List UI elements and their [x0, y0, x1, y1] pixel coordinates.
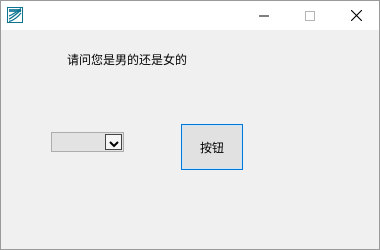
app-icon — [7, 7, 23, 23]
chevron-down-icon — [108, 133, 119, 152]
minimize-icon — [259, 6, 269, 25]
maximize-icon — [305, 6, 315, 25]
close-icon — [350, 6, 362, 25]
minimize-button[interactable] — [241, 1, 287, 30]
title-bar[interactable] — [1, 1, 379, 30]
combobox-value — [55, 135, 105, 149]
gender-combobox[interactable] — [51, 132, 124, 152]
maximize-button[interactable] — [287, 1, 333, 30]
submit-button[interactable]: 按钮 — [181, 124, 243, 170]
app-window: 请问您是男的还是女的 按钮 — [0, 0, 380, 250]
question-label: 请问您是男的还是女的 — [67, 53, 188, 67]
combobox-dropdown-button[interactable] — [105, 134, 122, 150]
close-button[interactable] — [333, 1, 379, 30]
